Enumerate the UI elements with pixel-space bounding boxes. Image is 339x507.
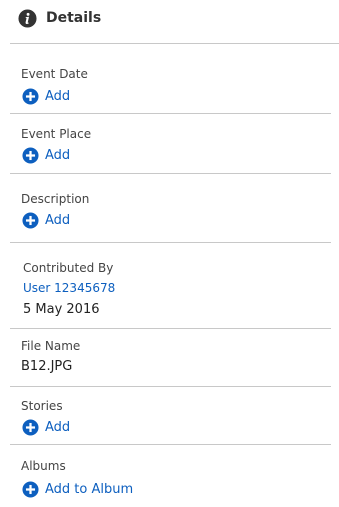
plus-circle-icon	[22, 480, 39, 498]
event-place-section: Event Place Add	[21, 126, 331, 168]
contributed-date: 5 May 2016	[23, 302, 100, 317]
description-add-button[interactable]: Add	[22, 210, 70, 230]
event-place-add-button[interactable]: Add	[22, 145, 70, 165]
event-date-add-button[interactable]: Add	[22, 86, 70, 106]
description-label: Description	[21, 192, 90, 206]
add-to-album-label: Add to Album	[45, 481, 134, 497]
file-name-value: B12.JPG	[21, 359, 73, 374]
divider	[10, 444, 331, 445]
albums-section: Albums Add to Album	[21, 458, 331, 500]
file-name-section: File Name B12.JPG	[21, 339, 331, 381]
stories-section: Stories Add	[21, 398, 331, 440]
divider	[10, 242, 331, 243]
stories-label: Stories	[21, 399, 63, 413]
contributed-by-section: Contributed By User 12345678 5 May 2016	[21, 259, 331, 323]
info-icon	[18, 9, 37, 28]
plus-circle-icon	[22, 418, 39, 436]
details-header: Details	[10, 0, 339, 44]
event-date-section: Event Date Add	[21, 66, 331, 108]
divider	[10, 173, 331, 174]
details-title: Details	[46, 10, 102, 26]
albums-label: Albums	[21, 459, 66, 473]
stories-add-button[interactable]: Add	[22, 417, 70, 437]
contributor-user-link[interactable]: User 12345678	[23, 281, 115, 296]
plus-circle-icon	[22, 87, 39, 105]
contributed-by-label: Contributed By	[23, 261, 114, 275]
plus-circle-icon	[22, 146, 39, 164]
event-place-add-label: Add	[45, 147, 71, 163]
description-add-label: Add	[45, 212, 71, 228]
divider	[10, 386, 331, 387]
file-name-label: File Name	[21, 339, 81, 353]
details-panel: Details Event Date Add Event Place Add D…	[0, 0, 339, 507]
description-section: Description Add	[21, 191, 331, 233]
event-date-add-label: Add	[45, 88, 71, 104]
plus-circle-icon	[22, 211, 39, 229]
event-place-label: Event Place	[21, 127, 92, 141]
stories-add-label: Add	[45, 419, 71, 435]
divider	[10, 328, 331, 329]
event-date-label: Event Date	[21, 67, 88, 81]
add-to-album-button[interactable]: Add to Album	[22, 479, 133, 499]
divider	[10, 113, 331, 114]
